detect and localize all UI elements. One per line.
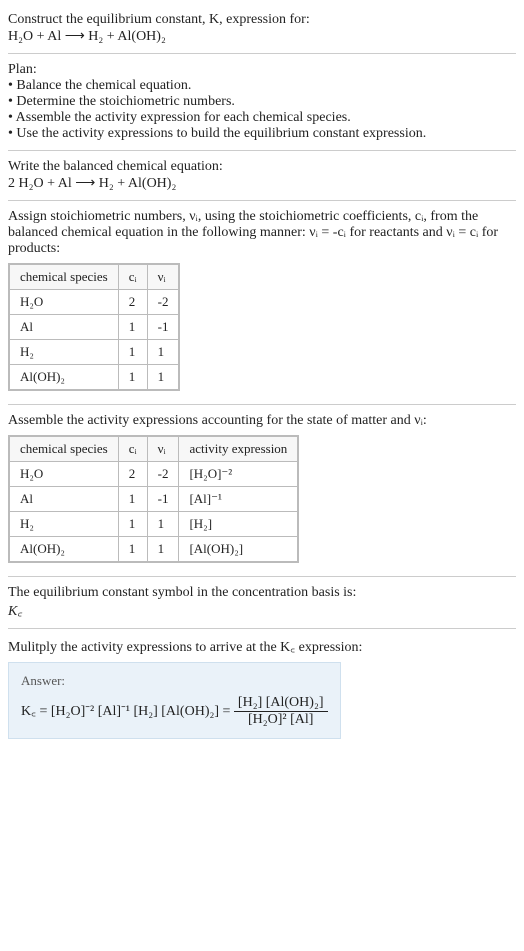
cell-species: H₂ bbox=[10, 512, 119, 537]
stoich-table-wrap: chemical species cᵢ νᵢ H₂O 2 -2 Al 1 -1 … bbox=[8, 263, 180, 391]
plan-item-text: Use the activity expressions to build th… bbox=[16, 126, 426, 141]
cell-ci: 1 bbox=[118, 315, 147, 340]
cell-activity: [Al]⁻¹ bbox=[179, 487, 298, 512]
kc-denominator: [H₂O]² [Al] bbox=[234, 712, 328, 728]
plan-item: • Balance the chemical equation. bbox=[8, 78, 516, 94]
cell-vi: -1 bbox=[147, 487, 179, 512]
cell-vi: 1 bbox=[147, 537, 179, 562]
table-row: H₂O 2 -2 bbox=[10, 290, 179, 315]
table-row: Al 1 -1 [Al]⁻¹ bbox=[10, 487, 298, 512]
kc-lhs: K꜀ = [H₂O]⁻² [Al]⁻¹ [H₂] [Al(OH)₂] = bbox=[21, 704, 234, 719]
col-vi: νᵢ bbox=[147, 265, 179, 290]
table-header-row: chemical species cᵢ νᵢ bbox=[10, 265, 179, 290]
kc-expression: K꜀ = [H₂O]⁻² [Al]⁻¹ [H₂] [Al(OH)₂] = [H₂… bbox=[21, 704, 328, 719]
cell-vi: 1 bbox=[147, 365, 179, 390]
balanced-heading: Write the balanced chemical equation: bbox=[8, 159, 516, 175]
cell-species: Al(OH)₂ bbox=[10, 365, 119, 390]
stoich-table: chemical species cᵢ νᵢ H₂O 2 -2 Al 1 -1 … bbox=[9, 264, 179, 390]
cell-vi: -2 bbox=[147, 290, 179, 315]
answer-label: Answer: bbox=[21, 673, 328, 689]
cell-vi: 1 bbox=[147, 340, 179, 365]
prompt-line: Construct the equilibrium constant, K, e… bbox=[8, 12, 516, 28]
symbol-text: The equilibrium constant symbol in the c… bbox=[8, 585, 516, 601]
table-row: Al(OH)₂ 1 1 bbox=[10, 365, 179, 390]
prompt-equation: H₂O + Al ⟶ H₂ + Al(OH)₂ bbox=[8, 28, 516, 45]
plan-block: Plan: • Balance the chemical equation. •… bbox=[8, 54, 516, 151]
table-row: H₂ 1 1 bbox=[10, 340, 179, 365]
kc-fraction: [H₂] [Al(OH)₂] [H₂O]² [Al] bbox=[234, 695, 328, 728]
table-row: Al 1 -1 bbox=[10, 315, 179, 340]
col-species: chemical species bbox=[10, 437, 119, 462]
cell-ci: 1 bbox=[118, 487, 147, 512]
plan-item: • Determine the stoichiometric numbers. bbox=[8, 94, 516, 110]
col-activity: activity expression bbox=[179, 437, 298, 462]
cell-species: Al bbox=[10, 487, 119, 512]
col-species: chemical species bbox=[10, 265, 119, 290]
kc-symbol: K꜀ bbox=[8, 604, 22, 619]
plan-item: • Use the activity expressions to build … bbox=[8, 126, 516, 142]
cell-ci: 1 bbox=[118, 512, 147, 537]
stoich-text: Assign stoichiometric numbers, νᵢ, using… bbox=[8, 209, 516, 257]
cell-ci: 1 bbox=[118, 365, 147, 390]
cell-ci: 1 bbox=[118, 340, 147, 365]
table-row: Al(OH)₂ 1 1 [Al(OH)₂] bbox=[10, 537, 298, 562]
prompt-block: Construct the equilibrium constant, K, e… bbox=[8, 8, 516, 53]
cell-species: H₂ bbox=[10, 340, 119, 365]
cell-vi: 1 bbox=[147, 512, 179, 537]
cell-ci: 1 bbox=[118, 537, 147, 562]
cell-activity: [H₂O]⁻² bbox=[179, 462, 298, 487]
kc-numerator: [H₂] [Al(OH)₂] bbox=[234, 695, 328, 712]
cell-ci: 2 bbox=[118, 462, 147, 487]
col-ci: cᵢ bbox=[118, 437, 147, 462]
col-ci: cᵢ bbox=[118, 265, 147, 290]
multiply-text: Mulitply the activity expressions to arr… bbox=[8, 637, 516, 656]
table-row: H₂O 2 -2 [H₂O]⁻² bbox=[10, 462, 298, 487]
cell-vi: -1 bbox=[147, 315, 179, 340]
table-row: H₂ 1 1 [H₂] bbox=[10, 512, 298, 537]
multiply-block: Mulitply the activity expressions to arr… bbox=[8, 629, 516, 747]
activity-table: chemical species cᵢ νᵢ activity expressi… bbox=[9, 436, 298, 562]
plan-item-text: Balance the chemical equation. bbox=[16, 78, 191, 93]
symbol-value: K꜀ bbox=[8, 601, 516, 620]
answer-box: Answer: K꜀ = [H₂O]⁻² [Al]⁻¹ [H₂] [Al(OH)… bbox=[8, 662, 341, 739]
activity-text: Assemble the activity expressions accoun… bbox=[8, 413, 516, 429]
cell-species: Al(OH)₂ bbox=[10, 537, 119, 562]
balanced-equation: 2 H₂O + Al ⟶ H₂ + Al(OH)₂ bbox=[8, 175, 516, 192]
cell-vi: -2 bbox=[147, 462, 179, 487]
symbol-block: The equilibrium constant symbol in the c… bbox=[8, 577, 516, 629]
activity-block: Assemble the activity expressions accoun… bbox=[8, 405, 516, 577]
balanced-block: Write the balanced chemical equation: 2 … bbox=[8, 151, 516, 201]
cell-activity: [H₂] bbox=[179, 512, 298, 537]
activity-table-wrap: chemical species cᵢ νᵢ activity expressi… bbox=[8, 435, 299, 563]
plan-item-text: Determine the stoichiometric numbers. bbox=[16, 94, 235, 109]
cell-activity: [Al(OH)₂] bbox=[179, 537, 298, 562]
cell-ci: 2 bbox=[118, 290, 147, 315]
plan-heading: Plan: bbox=[8, 62, 516, 78]
cell-species: H₂O bbox=[10, 290, 119, 315]
plan-item-text: Assemble the activity expression for eac… bbox=[16, 110, 351, 125]
cell-species: H₂O bbox=[10, 462, 119, 487]
stoich-block: Assign stoichiometric numbers, νᵢ, using… bbox=[8, 201, 516, 405]
cell-species: Al bbox=[10, 315, 119, 340]
table-header-row: chemical species cᵢ νᵢ activity expressi… bbox=[10, 437, 298, 462]
plan-item: • Assemble the activity expression for e… bbox=[8, 110, 516, 126]
col-vi: νᵢ bbox=[147, 437, 179, 462]
